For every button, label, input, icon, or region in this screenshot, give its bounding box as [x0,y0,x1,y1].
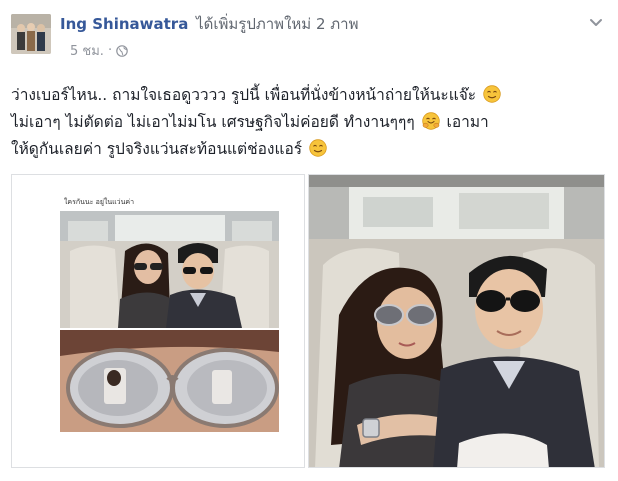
post-line-3: ให้ดูกันเลยค่า รูปจริงแว่นสะท้อนแต่ช่องแ… [11,136,607,163]
relieved-face-emoji [483,85,501,103]
hugging-face-emoji [421,112,440,130]
car-selfie-full-image [309,175,604,467]
post-meta: 5 ชม. · [70,40,128,61]
photo-caption: ใครกันนะ อยู่ในแว่นค่า [64,198,135,206]
post-line-1: ว่างเบอร์ไหน.. ถามใจเธอดูวววว รูปนี้ เพื… [11,82,607,109]
post-header: Ing Shinawatra ได้เพิ่มรูปภาพใหม่ 2 ภาพ [60,12,358,36]
sunglasses-closeup-image [60,330,279,432]
post-line-2: ไม่เอาๆ ไม่ตัดต่อ ไม่เอาไม่มโน เศรษฐกิจไ… [11,109,607,136]
facebook-post: Ing Shinawatra ได้เพิ่มรูปภาพใหม่ 2 ภาพ … [0,0,618,481]
chevron-down-icon[interactable] [588,14,604,30]
author-name-link[interactable]: Ing Shinawatra [60,15,188,33]
timestamp-link[interactable]: 5 ชม. [70,40,104,61]
post-line-3-text: ให้ดูกันเลยค่า รูปจริงแว่นสะท้อนแต่ช่องแ… [11,140,303,158]
car-selfie-image [60,211,279,328]
meta-separator: · [107,43,113,58]
post-action-text: ได้เพิ่มรูปภาพใหม่ 2 ภาพ [196,15,359,33]
photo-1[interactable]: ใครกันนะ อยู่ในแว่นค่า [11,174,305,468]
avatar-image [11,14,51,54]
relieved-face-emoji [309,139,327,157]
post-message: ว่างเบอร์ไหน.. ถามใจเธอดูวววว รูปนี้ เพื… [11,82,607,163]
photo-2[interactable] [308,174,605,468]
globe-icon[interactable] [116,44,128,57]
post-line-2-text: ไม่เอาๆ ไม่ตัดต่อ ไม่เอาไม่มโน เศรษฐกิจไ… [11,113,415,131]
post-line-2-end: เอามา [446,113,489,131]
avatar[interactable] [11,14,51,54]
post-line-1-text: ว่างเบอร์ไหน.. ถามใจเธอดูวววว รูปนี้ เพื… [11,86,477,104]
